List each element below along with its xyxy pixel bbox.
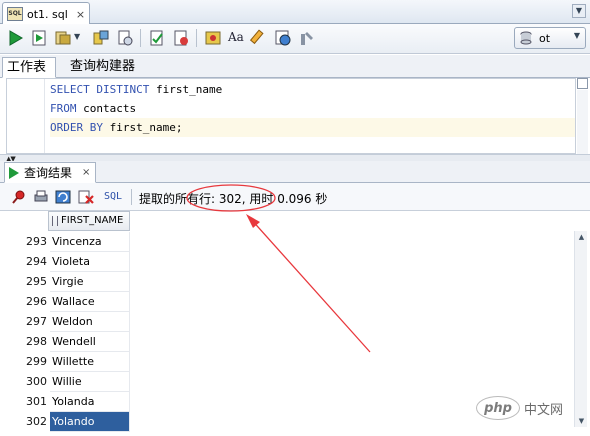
uppercase-icon[interactable]: Aa	[228, 30, 244, 44]
cancel-icon[interactable]	[78, 190, 94, 204]
explain-plan-icon[interactable]	[116, 29, 134, 47]
tab-worksheet[interactable]: 工作表	[2, 57, 56, 78]
results-tab-bar: 查询结果 ×	[0, 161, 590, 183]
sql-keyword: ORDER BY	[50, 121, 103, 134]
row-number[interactable]: 293	[0, 232, 50, 252]
row-number[interactable]: 301	[0, 392, 50, 412]
file-tab-label: ot1. sql	[27, 7, 68, 21]
table-cell-first-name[interactable]: Yolando	[50, 412, 130, 432]
toolbar-separator	[131, 189, 132, 205]
refresh-icon[interactable]	[55, 190, 71, 204]
close-icon[interactable]: ×	[76, 8, 85, 21]
pin-icon[interactable]	[10, 190, 26, 204]
grid-corner	[0, 211, 48, 231]
sql-editor[interactable]: SELECT DISTINCT first_name FROM contacts…	[6, 78, 576, 154]
row-number[interactable]: 297	[0, 312, 50, 332]
sql-keyword: SELECT DISTINCT	[50, 83, 150, 96]
autotrace-icon[interactable]	[92, 29, 110, 47]
watermark-text: 中文网	[524, 402, 564, 418]
editor-corner-box	[577, 78, 588, 89]
sql-line-1: SELECT DISTINCT first_name	[50, 80, 575, 99]
table-cell-first-name[interactable]: Virgie	[50, 272, 130, 292]
row-number[interactable]: 302	[0, 412, 50, 432]
file-tab-ot1-sql[interactable]: SQL ot1. sql ×	[2, 2, 90, 25]
row-number-column: 293 294 295 296 297 298 299 300 301 302	[0, 232, 50, 432]
database-icon	[520, 31, 532, 45]
sql-text: first_name;	[102, 121, 183, 134]
worksheet-tabs: 工作表 查询构建器	[0, 55, 590, 78]
commit-transaction-icon[interactable]	[148, 29, 166, 47]
toolbar-separator	[196, 29, 197, 47]
history-icon[interactable]	[274, 29, 292, 47]
watermark-logo: php	[476, 396, 520, 420]
worksheet-toolbar: ▼ Aa ot ▼	[0, 24, 590, 54]
table-cell-first-name[interactable]: Willie	[50, 372, 130, 392]
fetch-status-text: 提取的所有行: 302, 用时 0.096 秒	[139, 192, 328, 206]
close-icon[interactable]: ×	[82, 167, 90, 178]
rollback-icon[interactable]	[172, 29, 190, 47]
tab-query-results[interactable]: 查询结果 ×	[4, 162, 96, 183]
run-script-icon[interactable]	[30, 29, 48, 47]
row-number[interactable]: 296	[0, 292, 50, 312]
clear-icon[interactable]	[250, 29, 268, 47]
first-name-column: Vincenza Violeta Virgie Wallace Weldon Wendel…	[50, 232, 130, 432]
connection-value: ot	[539, 31, 551, 45]
sql-view-button[interactable]: SQL	[104, 191, 122, 202]
editor-gutter	[7, 79, 45, 153]
results-tab-label: 查询结果	[24, 166, 73, 180]
tab-query-builder[interactable]: 查询构建器	[66, 57, 156, 78]
table-cell-first-name[interactable]: Wallace	[50, 292, 130, 312]
commit-icon[interactable]	[54, 29, 72, 47]
toolbar-separator	[140, 29, 141, 47]
row-number[interactable]: 294	[0, 252, 50, 272]
scroll-down-icon[interactable]: ▼	[575, 415, 588, 427]
results-toolbar: SQL 提取的所有行: 302, 用时 0.096 秒	[0, 183, 590, 211]
table-cell-first-name[interactable]: Vincenza	[50, 232, 130, 252]
column-resize-icon	[52, 216, 58, 226]
sql-keyword: FROM	[50, 102, 77, 115]
sql-line-3: ORDER BY first_name;	[50, 118, 575, 137]
table-cell-first-name[interactable]: Weldon	[50, 312, 130, 332]
sql-text: contacts	[76, 102, 137, 115]
editor-tab-bar: SQL ot1. sql × ▼	[0, 0, 590, 25]
row-number[interactable]: 299	[0, 352, 50, 372]
table-cell-first-name[interactable]: Willette	[50, 352, 130, 372]
editor-scrollbar[interactable]	[577, 90, 588, 154]
connection-select[interactable]: ot ▼	[514, 27, 586, 49]
table-cell-first-name[interactable]: Wendell	[50, 332, 130, 352]
chevron-down-icon: ▼	[573, 31, 580, 40]
print-icon[interactable]	[33, 190, 49, 204]
sql-file-icon: SQL	[7, 7, 23, 21]
row-number[interactable]: 300	[0, 372, 50, 392]
dropdown-arrow-icon[interactable]: ▼	[74, 32, 80, 41]
sql-text: first_name	[149, 83, 223, 96]
run-statement-icon[interactable]	[6, 29, 24, 47]
sql-line-2: FROM contacts	[50, 99, 575, 118]
run-icon	[9, 166, 19, 179]
row-number[interactable]: 298	[0, 332, 50, 352]
tab-list-menu-icon[interactable]: ▼	[572, 4, 586, 18]
row-number[interactable]: 295	[0, 272, 50, 292]
table-cell-first-name[interactable]: Yolanda	[50, 392, 130, 412]
column-header-first-name[interactable]: FIRST_NAME	[48, 211, 130, 231]
sql-tuning-icon[interactable]	[204, 29, 222, 47]
scroll-up-icon[interactable]: ▲	[575, 231, 588, 243]
site-watermark: php 中文网	[476, 394, 574, 422]
results-vertical-scrollbar[interactable]: ▲ ▼	[574, 231, 587, 427]
tools-icon[interactable]	[298, 29, 316, 47]
column-header-label: FIRST_NAME	[61, 215, 124, 226]
panel-splitter[interactable]: ▲▼	[0, 154, 590, 163]
table-cell-first-name[interactable]: Violeta	[50, 252, 130, 272]
